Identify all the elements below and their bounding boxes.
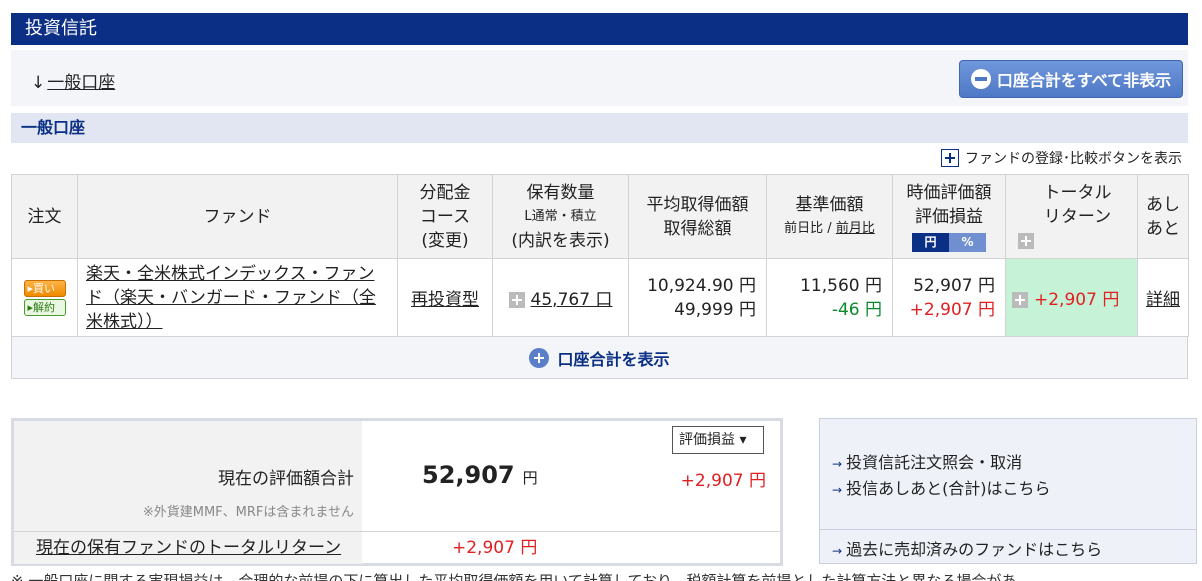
show-breakdown-link[interactable]: (内訳を表示) [493,229,628,253]
buy-button[interactable]: ▸買い [23,279,66,297]
col-quantity: 保有数量 L通常・積立 (内訳を表示) [492,174,629,259]
display-type-select[interactable]: 評価損益 ▾ [672,426,764,454]
col-distribution: 分配金 コース (変更) [397,174,493,259]
quantity-link[interactable]: 45,767 口 [531,290,613,310]
total-cost: 49,999 円 [674,299,756,320]
total-return-value: +2,907 円 [1034,290,1120,310]
expand-plus-icon[interactable] [1018,232,1034,249]
fund-name-link[interactable]: 楽天・全米株式インデックス・ファンド（楽天・バンガード・ファンド（全米株式）） [86,264,376,332]
expand-plus-icon[interactable] [1012,292,1028,308]
summary-label: 現在の評価額合計 [218,469,354,489]
expand-plus-icon[interactable] [508,292,525,308]
anchor-link-general-account[interactable]: ↓ 一般口座 [31,68,115,93]
col-history: あし あと [1137,174,1189,259]
day-change: -46 円 [831,299,882,320]
arrow-down-icon: ↓ [31,73,46,93]
fund-toggle-button[interactable]: ファンドの登録･比較ボタンを表示 [941,148,1182,168]
detail-link[interactable]: 詳細 [1146,290,1180,310]
summary-total-return: +2,907 円 [452,538,538,558]
arrow-right-icon: → [832,457,843,471]
plus-square-icon [941,149,959,167]
link-sold-funds[interactable]: → 過去に売却済みのファンドはこちら [832,536,1102,560]
table-row: ▸買い ▸解約 楽天・全米株式インデックス・ファンド（楽天・バンガード・ファンド… [11,258,1189,337]
course-link[interactable]: 再投資型 [411,290,479,310]
tab-percent[interactable]: % [949,232,986,252]
unrealized-gain: +2,907 円 [909,299,995,320]
links-box-sold: → 過去に売却済みのファンドはこちら [819,530,1197,564]
link-history-total[interactable]: → 投信あしあと(合計)はこちら [832,475,1051,499]
col-fund: ファンド [77,174,398,259]
plus-circle-icon [529,347,550,368]
anchor-row: ↓ 一般口座 口座合計をすべて非表示 [11,50,1188,106]
market-value: 52,907 円 [913,275,995,296]
col-market-value: 時価評価額 評価損益 円% [892,174,1006,259]
arrow-right-icon: → [832,544,843,558]
show-total-button[interactable]: 口座合計を表示 [11,337,1188,379]
summary-note: ※外貨建MMF、MRFは含まれません [142,505,354,520]
summary-value: 52,907 円 [422,461,538,489]
table-header-row: 注文 ファンド 分配金 コース (変更) 保有数量 L通常・積立 (内訳を表示) 平均取… [11,174,1189,259]
page-title: 投資信託 [11,13,1188,45]
footnote: ※ 一般口座に関する実現損益は、合理的な前提の下に算出した平均取得価額を用いて計… [11,572,1017,581]
minus-circle-icon [970,69,991,89]
links-box: → 投資信託注文照会・取消 → 投信あしあと(合計)はこちら [819,418,1197,530]
base-price: 11,560 円 [800,275,882,296]
prev-month-link[interactable]: 前月比 [836,221,875,236]
col-base-price: 基準価額 前日比 / 前月比 [766,174,893,259]
section-title: 一般口座 [11,113,1188,143]
avg-price: 10,924.90 円 [647,275,756,296]
hide-all-totals-button[interactable]: 口座合計をすべて非表示 [959,60,1183,98]
tab-yen[interactable]: 円 [912,232,949,252]
summary-gain: +2,907 円 [680,471,766,491]
col-total-return: トータル リターン [1005,174,1138,259]
fund-table: 注文 ファンド 分配金 コース (変更) 保有数量 L通常・積立 (内訳を表示) 平均取… [11,174,1189,337]
sell-button[interactable]: ▸解約 [23,298,66,316]
col-order: 注文 [11,174,78,259]
col-avg-price: 平均取得価額 取得総額 [628,174,767,259]
link-order-inquiry[interactable]: → 投資信託注文照会・取消 [832,449,1022,473]
total-return-link[interactable]: 現在の保有ファンドのトータルリターン [36,538,341,558]
summary-panel: 現在の評価額合計 ※外貨建MMF、MRFは含まれません 52,907 円 評価損益… [11,418,783,566]
arrow-right-icon: → [832,483,843,497]
